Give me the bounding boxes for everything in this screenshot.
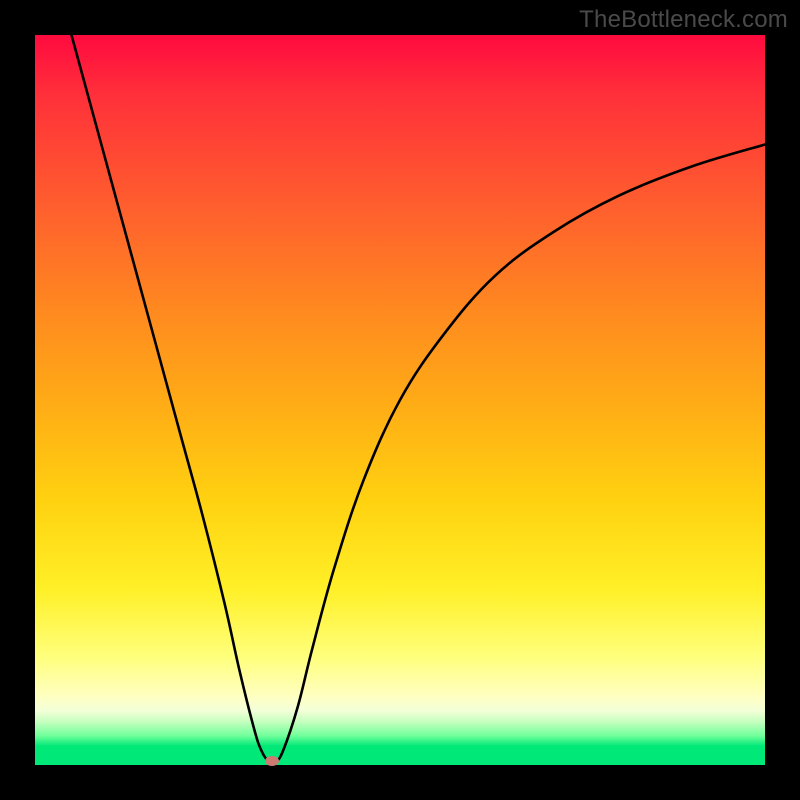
watermark-text: TheBottleneck.com (579, 6, 788, 34)
bottleneck-curve (35, 35, 765, 765)
optimal-point-marker (265, 756, 279, 766)
chart-frame: TheBottleneck.com (0, 0, 800, 800)
plot-area (35, 35, 765, 765)
